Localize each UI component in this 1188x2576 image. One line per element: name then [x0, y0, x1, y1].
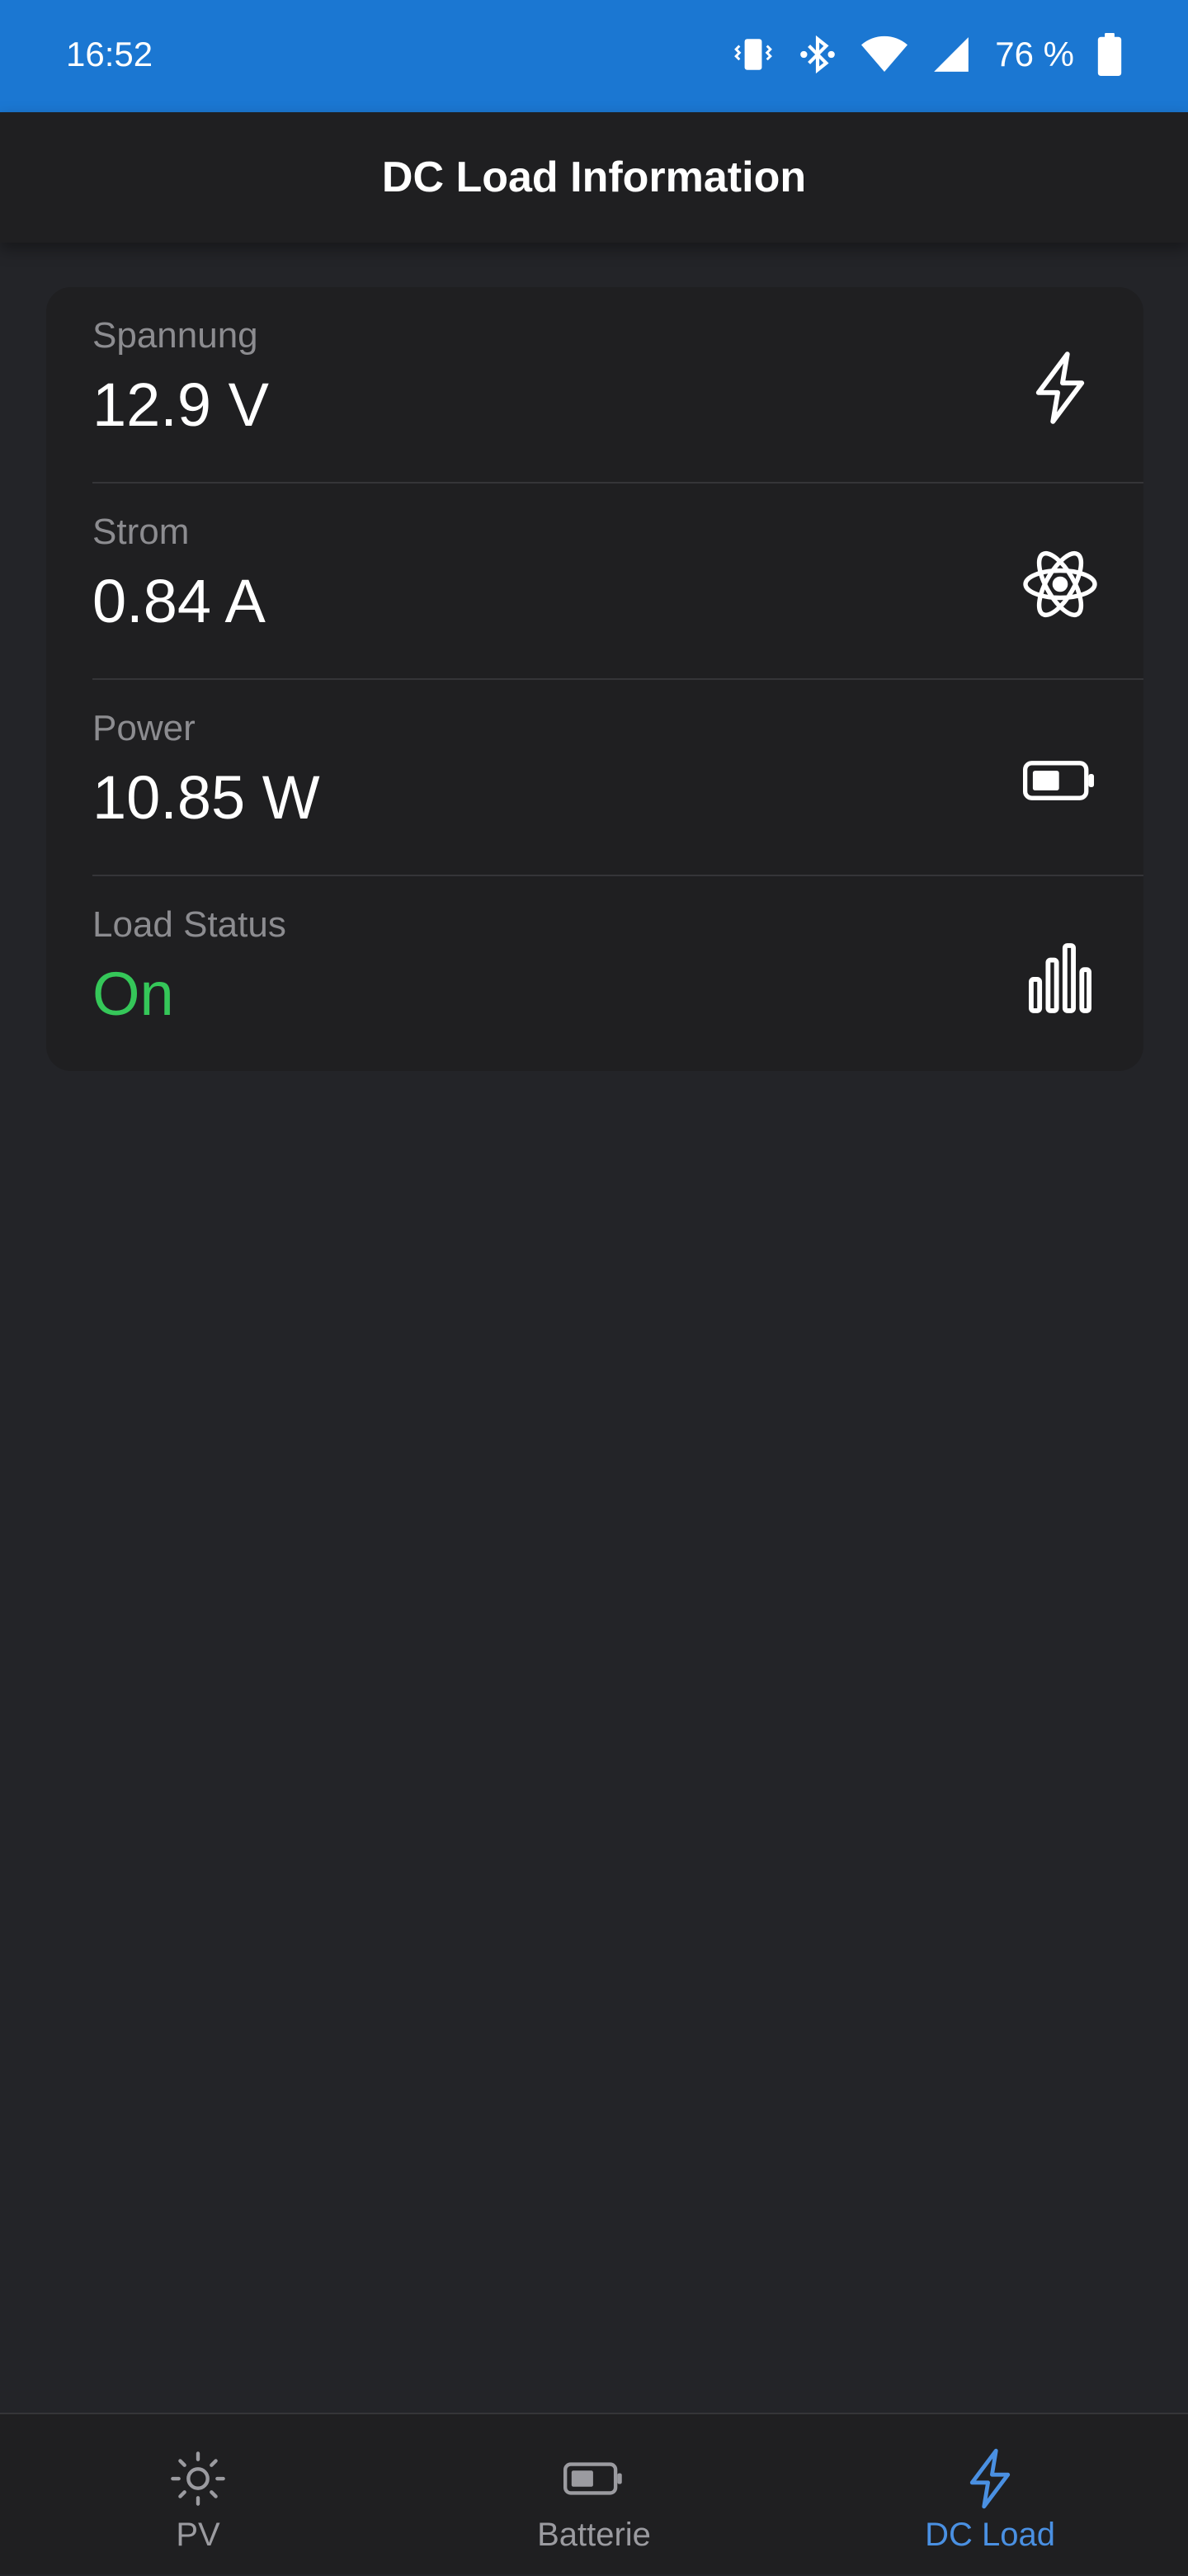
metric-value: 0.84 A: [92, 567, 266, 635]
metric-label: Power: [92, 708, 196, 748]
atom-icon: [1023, 543, 1097, 625]
sun-icon: [165, 2447, 231, 2510]
nav-item-dc-load[interactable]: DC Load: [792, 2414, 1188, 2576]
app-bar: DC Load Information: [0, 112, 1188, 243]
lightning-bolt-icon: [957, 2447, 1023, 2510]
nav-label: Batterie: [537, 2517, 651, 2553]
bar-chart-icon: [1023, 936, 1097, 1018]
metric-label: Load Status: [92, 904, 286, 945]
load-status-value: On: [92, 960, 174, 1028]
metric-value: 12.9 V: [92, 370, 269, 439]
metric-value: 10.85 W: [92, 763, 320, 832]
battery-icon: [1097, 33, 1122, 76]
metric-label: Spannung: [92, 315, 258, 356]
signal-icon: [931, 34, 972, 75]
metric-label: Strom: [92, 512, 190, 552]
vibrate-icon: [733, 34, 774, 75]
bluetooth-icon: [797, 34, 838, 75]
nav-item-pv[interactable]: PV: [0, 2414, 396, 2576]
metric-row-strom: Strom 0.84 A: [46, 484, 1143, 680]
status-bar: 16:52 76 %: [0, 0, 1188, 112]
metric-row-load-status: Load Status On: [46, 876, 1143, 1071]
wifi-icon: [861, 34, 908, 75]
lightning-bolt-icon: [1023, 347, 1097, 429]
nav-item-batterie[interactable]: Batterie: [396, 2414, 792, 2576]
metric-row-power: Power 10.85 W: [46, 680, 1143, 876]
battery-icon: [561, 2447, 627, 2510]
status-time: 16:52: [66, 35, 153, 73]
dc-load-info-card: Spannung 12.9 V Strom 0.84 A Power 10.85…: [46, 287, 1143, 1071]
page-title: DC Load Information: [381, 153, 807, 201]
bottom-navigation: PV Batterie DC Load: [0, 2413, 1188, 2574]
battery-percent: 76 %: [995, 35, 1074, 73]
nav-label: PV: [176, 2517, 220, 2553]
nav-label: DC Load: [925, 2517, 1055, 2553]
battery-half-icon: [1023, 739, 1097, 822]
metric-row-spannung: Spannung 12.9 V: [46, 287, 1143, 484]
status-icons: 76 %: [733, 30, 1122, 79]
